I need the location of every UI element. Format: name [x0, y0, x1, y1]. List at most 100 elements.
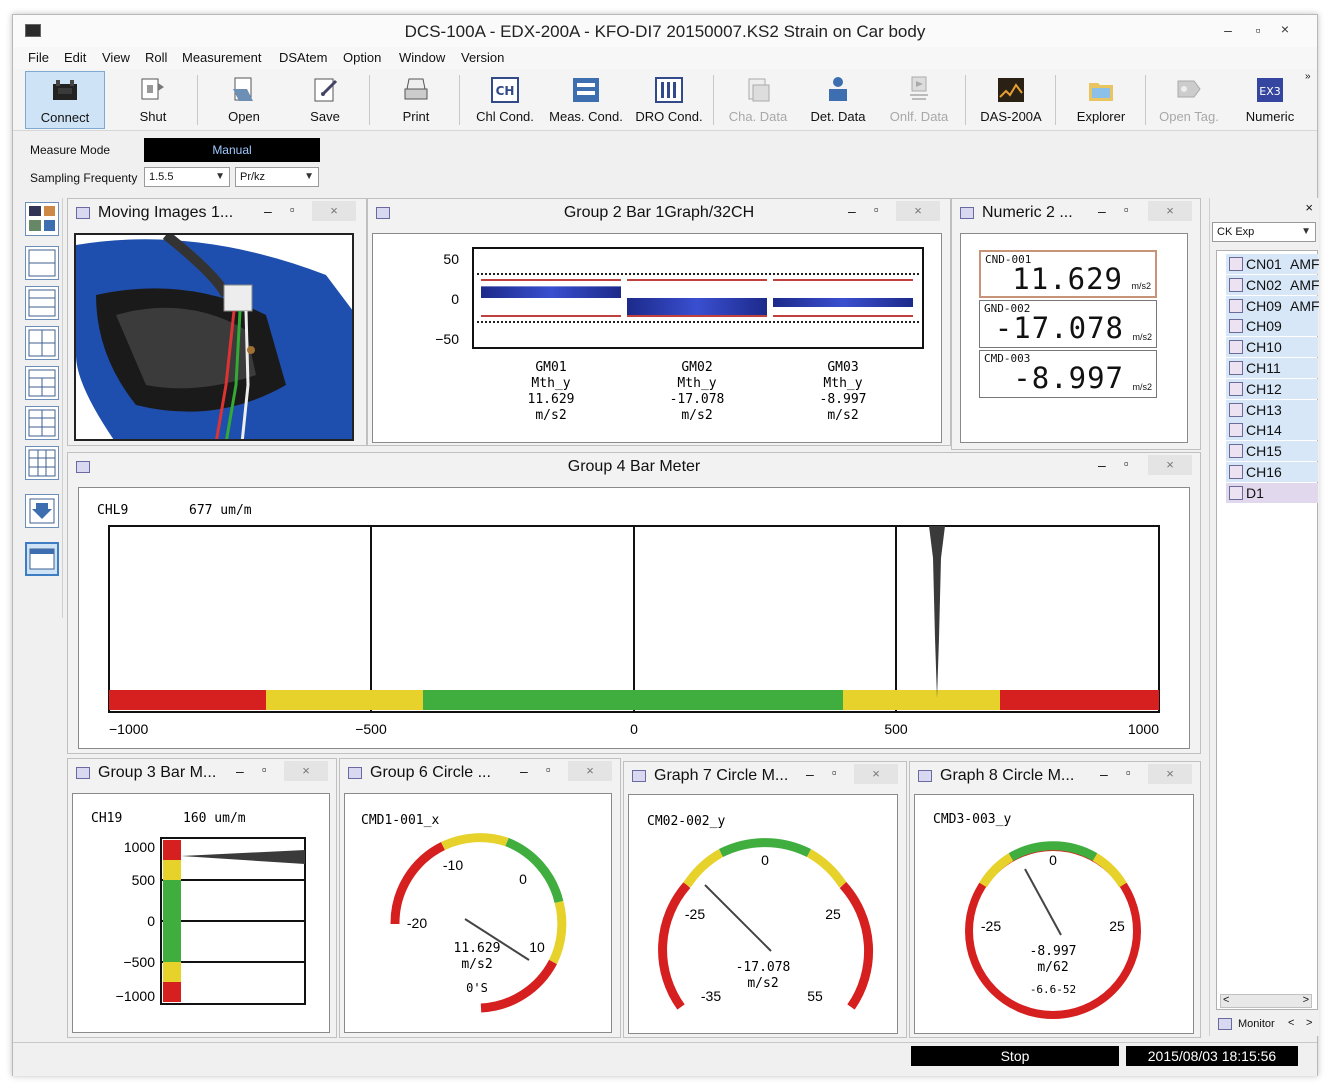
print-button[interactable]: Print — [381, 71, 451, 129]
panel-maximize-button[interactable]: ▫ — [874, 202, 879, 217]
video-frame[interactable] — [74, 233, 354, 441]
channel-list-item[interactable]: CN02 AMF — [1226, 274, 1320, 295]
open-button[interactable]: Open — [209, 71, 279, 129]
channel-list-item[interactable]: CH16 — [1226, 462, 1318, 482]
explorer-button[interactable]: Explorer — [1065, 71, 1137, 129]
panel-minimize-button[interactable]: – — [1100, 766, 1108, 782]
measure-mode-display[interactable]: Manual — [144, 138, 320, 162]
menu-file[interactable]: File — [28, 50, 49, 65]
channel-list-item[interactable]: CH09 AMF — [1226, 295, 1320, 316]
shut-button[interactable]: Shut — [117, 71, 189, 129]
channel-checkbox-icon[interactable] — [1229, 465, 1243, 479]
panel-close-button[interactable]: × — [1148, 764, 1192, 784]
panel-maximize-button[interactable]: ▫ — [262, 762, 267, 777]
layout-quad-button[interactable] — [25, 326, 59, 360]
layout-mixed-button[interactable] — [25, 366, 59, 400]
panel-minimize-button[interactable]: – — [806, 766, 814, 782]
panel-maximize-button[interactable]: ▫ — [1124, 202, 1129, 217]
channel-checkbox-icon[interactable] — [1229, 402, 1243, 417]
monitor-next-icon[interactable]: > — [1306, 1017, 1312, 1029]
menu-edit[interactable]: Edit — [64, 50, 86, 65]
panel-close-button[interactable]: × — [284, 761, 328, 781]
panel-maximize-button[interactable]: ▫ — [1124, 456, 1129, 471]
channel-list-item[interactable]: CH10 — [1226, 337, 1318, 358]
layout-free-button[interactable] — [25, 202, 59, 236]
panel-close-button[interactable]: × — [1148, 455, 1192, 475]
panel-maximize-button[interactable]: ▫ — [546, 762, 551, 777]
channel-checkbox-icon[interactable] — [1229, 277, 1243, 292]
channel-list-item[interactable]: CH11 — [1226, 358, 1318, 378]
panel-minimize-button[interactable]: – — [264, 203, 272, 219]
close-button[interactable]: × — [1263, 18, 1307, 40]
channel-condition-button[interactable]: CH Chl Cond. — [469, 71, 541, 129]
digital-channel-icon[interactable] — [1229, 485, 1243, 500]
menu-window[interactable]: Window — [399, 50, 445, 65]
menu-roll[interactable]: Roll — [145, 50, 167, 65]
menu-option[interactable]: Option — [343, 50, 381, 65]
save-button[interactable]: Save — [289, 71, 361, 129]
panel-minimize-button[interactable]: – — [1098, 457, 1106, 473]
panel-title-bar: Moving Images 1... – ▫ × — [68, 199, 366, 227]
sampling-unit-select[interactable]: Pr/kz ▼ — [235, 167, 319, 187]
channel-checkbox-icon[interactable] — [1229, 319, 1243, 334]
layout-window-button[interactable] — [25, 542, 59, 576]
online-data-button[interactable]: Onlf. Data — [881, 71, 957, 129]
panel-close-button[interactable]: × — [854, 764, 898, 784]
channel-list-item[interactable]: CH14 — [1226, 420, 1318, 441]
scroll-right-icon[interactable]: > — [1303, 994, 1309, 1006]
channel-data-button[interactable]: Cha. Data — [723, 71, 793, 129]
panel-close-button[interactable]: × — [896, 201, 940, 221]
toolbar-overflow-icon[interactable]: » — [1305, 71, 1311, 82]
channel-list-item[interactable]: CH15 — [1226, 441, 1318, 462]
monitor-prev-icon[interactable]: < — [1288, 1017, 1294, 1029]
channel-checkbox-icon[interactable] — [1229, 298, 1243, 313]
panel-close-button[interactable]: × — [568, 761, 612, 781]
channel-list-close-button[interactable]: × — [1305, 200, 1313, 215]
numeric-button[interactable]: EX3 Numeric — [1235, 71, 1305, 129]
panel-maximize-button[interactable]: ▫ — [1126, 765, 1131, 780]
horizontal-scrollbar[interactable]: < > — [1220, 994, 1312, 1008]
menu-dsatem[interactable]: DSAtem — [279, 50, 327, 65]
sampling-frequency-select[interactable]: 1.5.5 ▼ — [144, 167, 230, 187]
channel-list-item[interactable]: D1 — [1226, 482, 1318, 503]
layout-grid9-button[interactable] — [25, 446, 59, 480]
channel-checkbox-icon[interactable] — [1229, 381, 1243, 396]
panel-minimize-button[interactable]: – — [848, 203, 856, 219]
channel-checkbox-icon[interactable] — [1229, 444, 1243, 459]
channel-checkbox-icon[interactable] — [1229, 361, 1243, 375]
channel-checkbox-icon[interactable] — [1229, 257, 1243, 271]
channel-checkbox-icon[interactable] — [1229, 340, 1243, 355]
das-button[interactable]: DAS-200A — [975, 71, 1047, 129]
monitor-tab[interactable]: Monitor < > — [1216, 1016, 1318, 1034]
channel-checkbox-icon[interactable] — [1229, 423, 1243, 438]
channel-list-item[interactable]: CH13 — [1226, 399, 1318, 420]
panel-minimize-button[interactable]: – — [1098, 203, 1106, 219]
panel-minimize-button[interactable]: – — [236, 763, 244, 779]
numeric-item[interactable]: GND-002 -17.078 m/s2 — [979, 300, 1157, 348]
layout-1-button[interactable] — [25, 246, 59, 280]
menu-measurement[interactable]: Measurement — [182, 50, 261, 65]
layout-download-button[interactable] — [25, 494, 59, 528]
panel-close-button[interactable]: × — [1148, 201, 1192, 221]
scroll-left-icon[interactable]: < — [1223, 994, 1229, 1006]
detail-data-button[interactable]: Det. Data — [803, 71, 873, 129]
open-tag-button[interactable]: Open Tag. — [1153, 71, 1225, 129]
panel-close-button[interactable]: × — [312, 201, 356, 221]
numeric-item[interactable]: CND-001 11.629 m/s2 — [979, 250, 1157, 298]
channel-list-item[interactable]: CN01 AMF — [1226, 254, 1320, 274]
measurement-condition-button[interactable]: Meas. Cond. — [545, 71, 627, 129]
dro-condition-button[interactable]: DRO Cond. — [631, 71, 707, 129]
layout-rows-button[interactable] — [25, 286, 59, 320]
menu-view[interactable]: View — [102, 50, 130, 65]
minimize-button[interactable]: – — [1213, 19, 1243, 41]
layout-grid6-button[interactable] — [25, 406, 59, 440]
panel-maximize-button[interactable]: ▫ — [290, 202, 295, 217]
connect-button[interactable]: Connect — [25, 71, 105, 129]
channel-list-item[interactable]: CH09 — [1226, 316, 1318, 337]
panel-maximize-button[interactable]: ▫ — [832, 765, 837, 780]
panel-minimize-button[interactable]: – — [520, 763, 528, 779]
menu-version[interactable]: Version — [461, 50, 504, 65]
numeric-item[interactable]: CMD-003 -8.997 m/s2 — [979, 350, 1157, 398]
channel-list-item[interactable]: CH12 — [1226, 378, 1318, 399]
channel-group-select[interactable]: CK Exp ▼ — [1212, 222, 1316, 242]
